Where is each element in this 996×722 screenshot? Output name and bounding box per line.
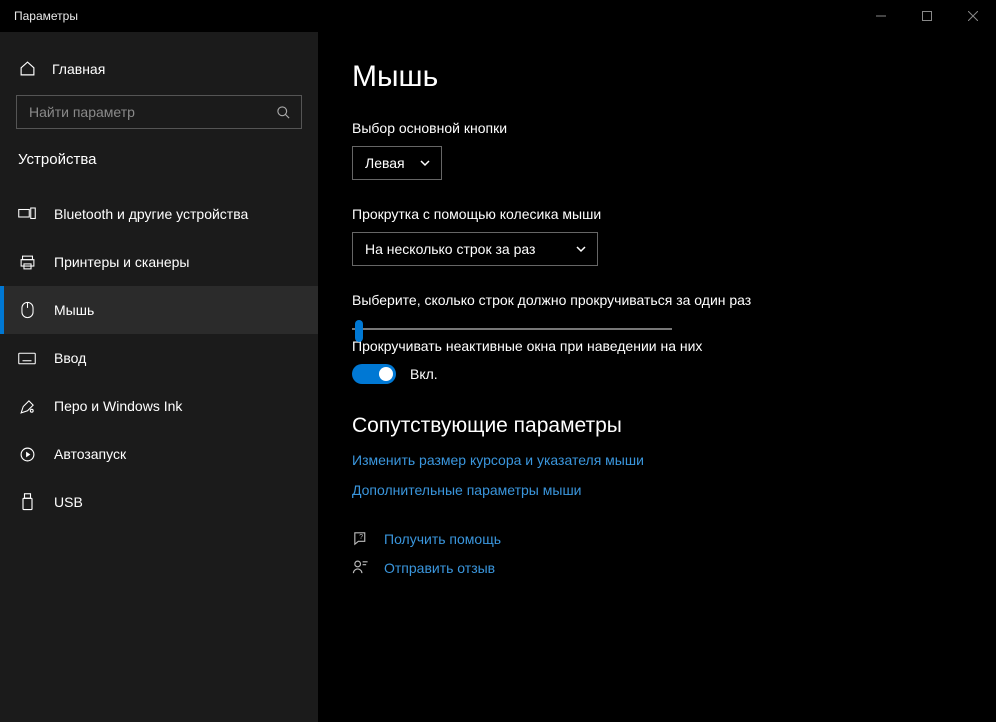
sidebar-item-label: Мышь — [54, 302, 94, 318]
mouse-icon — [18, 301, 36, 319]
inactive-hover-toggle[interactable] — [352, 364, 396, 384]
sidebar-category: Устройства — [0, 151, 318, 186]
scroll-mode-label: Прокрутка с помощью колесика мыши — [352, 206, 962, 222]
sidebar-item-printers[interactable]: Принтеры и сканеры — [0, 238, 318, 286]
primary-button-value: Левая — [365, 155, 405, 171]
sidebar-item-pen[interactable]: Перо и Windows Ink — [0, 382, 318, 430]
minimize-button[interactable] — [858, 0, 904, 32]
sidebar-item-label: Ввод — [54, 350, 86, 366]
get-help-link[interactable]: ? Получить помощь — [352, 530, 962, 547]
toggle-knob — [379, 367, 393, 381]
devices-icon — [18, 207, 36, 221]
slider-thumb[interactable] — [355, 320, 363, 342]
sidebar-item-usb[interactable]: USB — [0, 478, 318, 526]
sidebar-item-bluetooth[interactable]: Bluetooth и другие устройства — [0, 190, 318, 238]
sidebar-item-autoplay[interactable]: Автозапуск — [0, 430, 318, 478]
feedback-label: Отправить отзыв — [384, 560, 495, 576]
scroll-mode-select[interactable]: На несколько строк за раз — [352, 232, 598, 266]
sidebar-item-mouse[interactable]: Мышь — [0, 286, 318, 334]
lines-per-scroll-slider[interactable] — [352, 318, 672, 320]
home-icon — [18, 60, 36, 77]
autoplay-icon — [18, 446, 36, 463]
slider-track — [352, 328, 672, 330]
search-input[interactable] — [29, 104, 276, 120]
feedback-link[interactable]: Отправить отзыв — [352, 559, 962, 576]
sidebar-item-typing[interactable]: Ввод — [0, 334, 318, 382]
lines-per-scroll-label: Выберите, сколько строк должно прокручив… — [352, 292, 962, 308]
close-button[interactable] — [950, 0, 996, 32]
window-controls — [858, 0, 996, 32]
home-label: Главная — [52, 61, 105, 77]
usb-icon — [18, 493, 36, 511]
sidebar: Главная Устройства Bluetooth и другие ус… — [0, 32, 318, 722]
chevron-down-icon — [575, 243, 587, 255]
maximize-button[interactable] — [904, 0, 950, 32]
svg-text:?: ? — [359, 533, 363, 541]
link-cursor-size[interactable]: Изменить размер курсора и указателя мыши — [352, 452, 962, 468]
chevron-down-icon — [419, 157, 431, 169]
sidebar-item-label: USB — [54, 494, 83, 510]
inactive-hover-label: Прокручивать неактивные окна при наведен… — [352, 338, 962, 354]
get-help-label: Получить помощь — [384, 531, 501, 547]
primary-button-select[interactable]: Левая — [352, 146, 442, 180]
pen-icon — [18, 398, 36, 415]
inactive-hover-state: Вкл. — [410, 366, 438, 382]
related-heading: Сопутствующие параметры — [352, 414, 962, 438]
sidebar-item-label: Автозапуск — [54, 446, 126, 462]
window-title: Параметры — [14, 9, 78, 23]
link-advanced-mouse[interactable]: Дополнительные параметры мыши — [352, 482, 962, 498]
help-icon: ? — [352, 530, 370, 547]
search-box[interactable] — [16, 95, 302, 129]
sidebar-nav: Bluetooth и другие устройства Принтеры и… — [0, 190, 318, 526]
primary-button-label: Выбор основной кнопки — [352, 120, 962, 136]
feedback-icon — [352, 559, 370, 576]
content-pane: Мышь Выбор основной кнопки Левая Прокрут… — [318, 32, 996, 722]
scroll-mode-value: На несколько строк за раз — [365, 241, 535, 257]
sidebar-item-label: Перо и Windows Ink — [54, 398, 182, 414]
sidebar-item-label: Bluetooth и другие устройства — [54, 206, 248, 222]
page-title: Мышь — [352, 60, 962, 94]
printer-icon — [18, 254, 36, 271]
keyboard-icon — [18, 352, 36, 365]
titlebar: Параметры — [0, 0, 996, 32]
sidebar-item-label: Принтеры и сканеры — [54, 254, 189, 270]
search-icon — [276, 105, 291, 120]
home-link[interactable]: Главная — [0, 54, 318, 95]
